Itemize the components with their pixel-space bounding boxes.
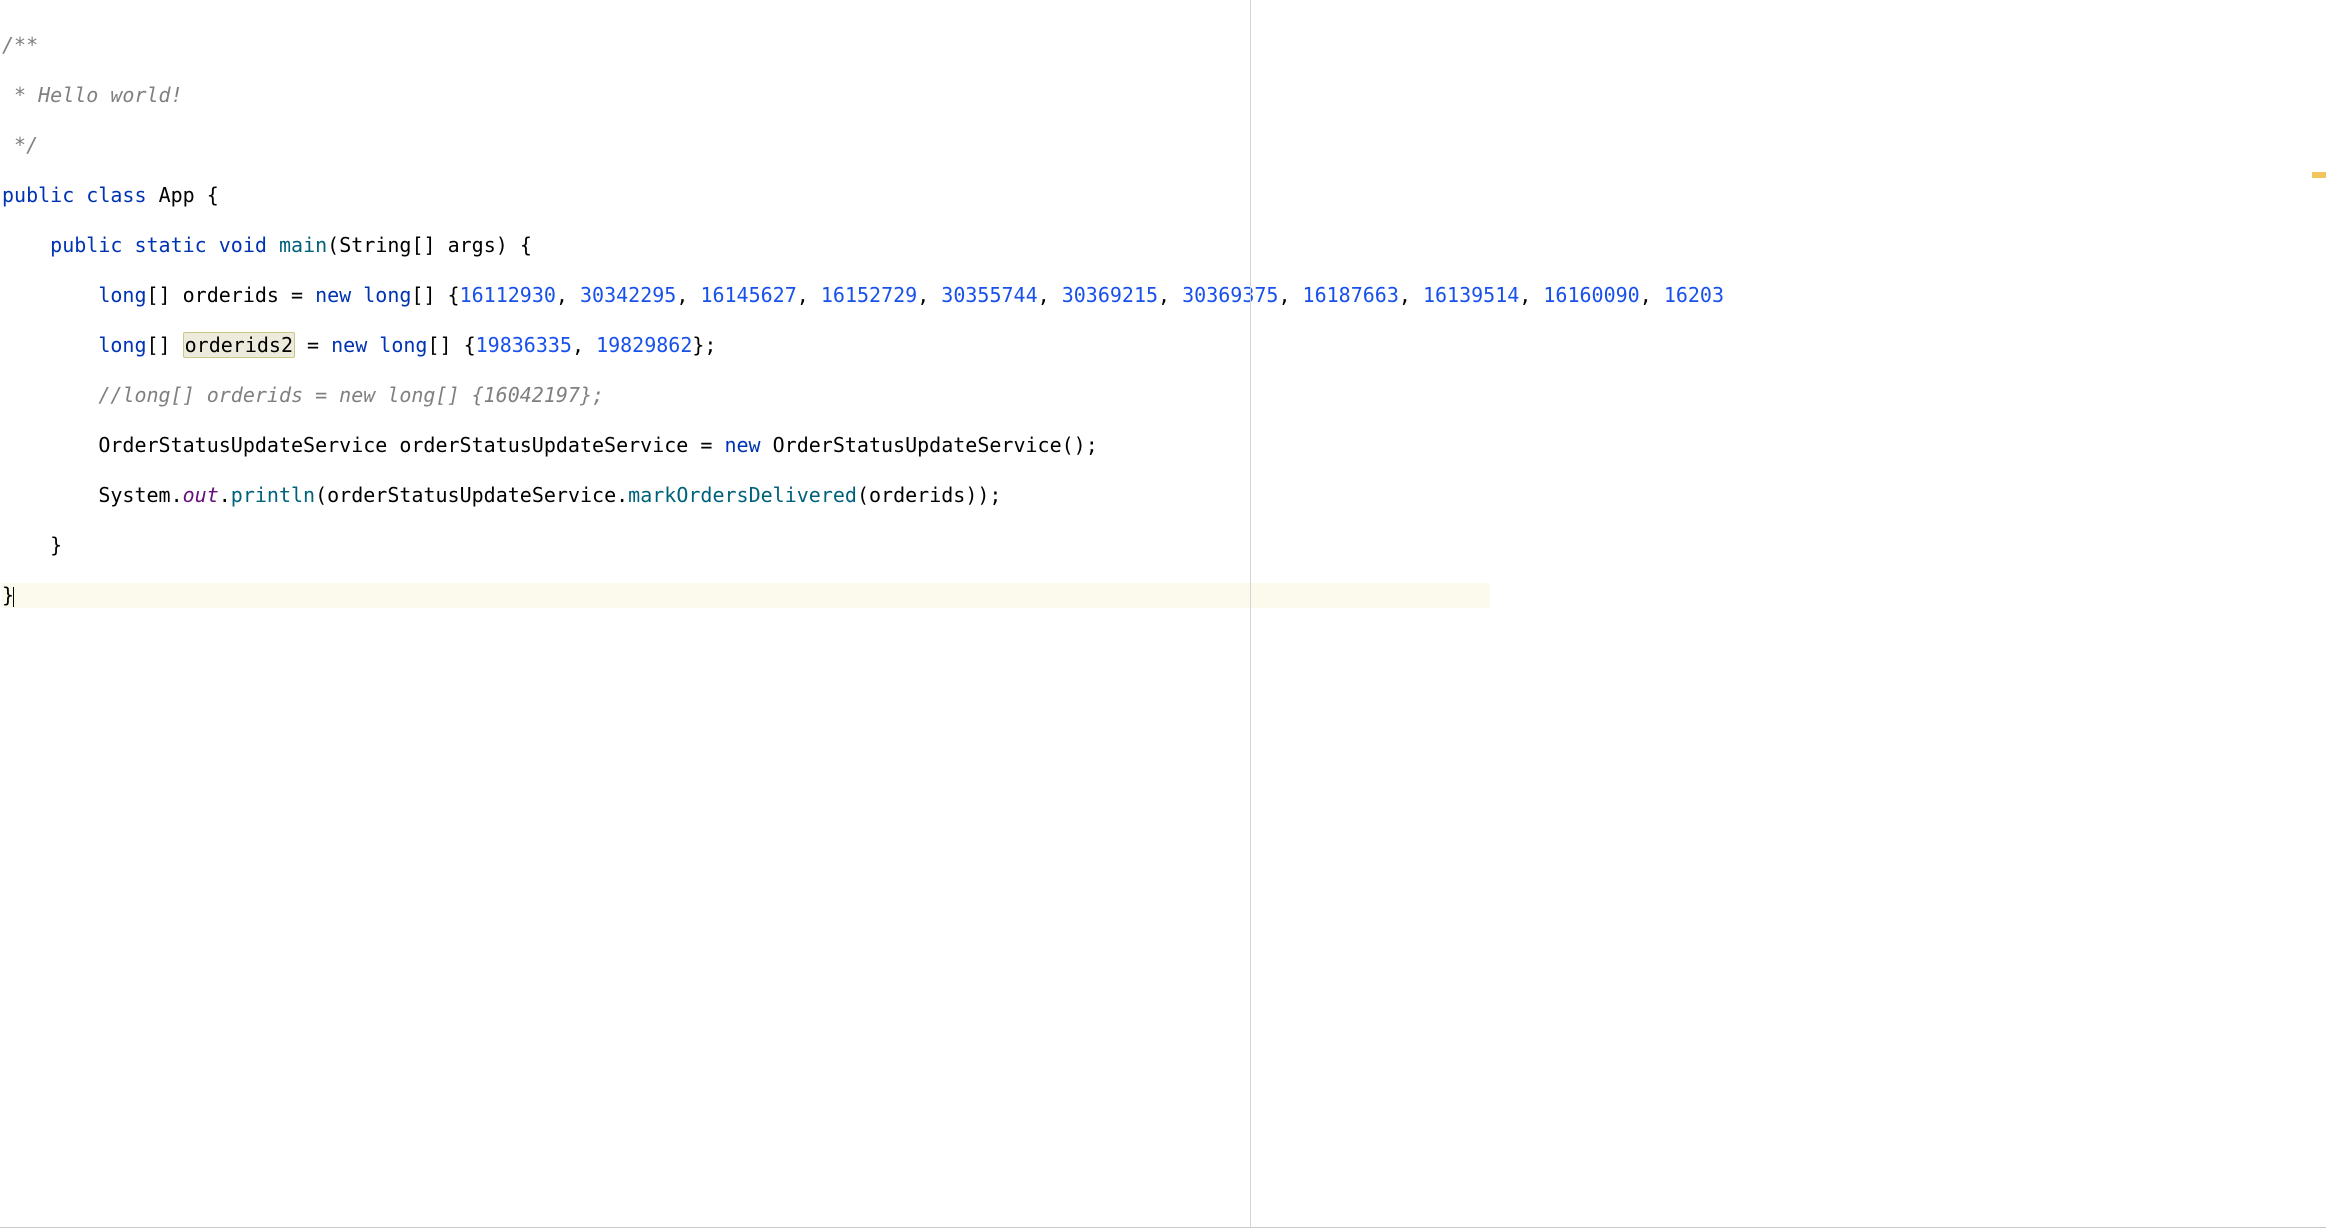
sep: , bbox=[556, 283, 580, 307]
code-line-1[interactable]: /** bbox=[2, 33, 2326, 58]
sep: , bbox=[1038, 283, 1062, 307]
arr-close: }; bbox=[692, 333, 716, 357]
code-editor[interactable]: /** * Hello world! */ public class App {… bbox=[0, 0, 2326, 1228]
num: 16152729 bbox=[821, 283, 917, 307]
kw-new: new bbox=[315, 283, 351, 307]
vertical-scrollbar[interactable] bbox=[2312, 0, 2326, 1228]
num: 30355744 bbox=[941, 283, 1037, 307]
var-decl: [] orderids = bbox=[147, 283, 316, 307]
code-line-2[interactable]: * Hello world! bbox=[2, 83, 2326, 108]
code-line-9[interactable]: OrderStatusUpdateService orderStatusUpda… bbox=[2, 433, 2326, 458]
num: 16139514 bbox=[1423, 283, 1519, 307]
sep: , bbox=[1158, 283, 1182, 307]
num: 16187663 bbox=[1303, 283, 1399, 307]
indent bbox=[2, 233, 50, 257]
num: 16145627 bbox=[700, 283, 796, 307]
code-line-12-current[interactable]: } bbox=[2, 583, 1490, 608]
code-line-10[interactable]: System.out.println(orderStatusUpdateServ… bbox=[2, 483, 2326, 508]
type-ref: OrderStatusUpdateService bbox=[98, 433, 387, 457]
brace-close-inner: } bbox=[2, 533, 62, 557]
kw-long: long bbox=[98, 333, 146, 357]
javadoc-open: /** bbox=[2, 33, 38, 57]
kw-public: public bbox=[50, 233, 122, 257]
field-out: out bbox=[183, 483, 219, 507]
eq: = bbox=[295, 333, 331, 357]
sep: , bbox=[1399, 283, 1423, 307]
kw-long: long bbox=[98, 283, 146, 307]
arr-open: [] { bbox=[411, 283, 459, 307]
type-string: String bbox=[339, 233, 411, 257]
call-args-open: (orderStatusUpdateService. bbox=[315, 483, 628, 507]
brace-open: { bbox=[195, 183, 219, 207]
code-line-7[interactable]: long[] orderids2 = new long[] {19836335,… bbox=[2, 333, 2326, 358]
kw-public: public bbox=[2, 183, 74, 207]
sep: , bbox=[1519, 283, 1543, 307]
indent bbox=[2, 383, 98, 407]
kw-void: void bbox=[219, 233, 267, 257]
code-line-8[interactable]: //long[] orderids = new long[] {16042197… bbox=[2, 383, 2326, 408]
code-line-5[interactable]: public static void main(String[] args) { bbox=[2, 233, 2326, 258]
code-line-11[interactable]: } bbox=[2, 533, 2326, 558]
indent bbox=[2, 483, 98, 507]
params: [] args) { bbox=[411, 233, 531, 257]
kw-class: class bbox=[86, 183, 146, 207]
space bbox=[761, 433, 773, 457]
javadoc-text: * Hello world! bbox=[2, 83, 183, 107]
method-mark: markOrdersDelivered bbox=[628, 483, 857, 507]
warning-marker[interactable] bbox=[2312, 172, 2326, 178]
indent bbox=[2, 283, 98, 307]
num: 16203 bbox=[1664, 283, 1724, 307]
num: 19836335 bbox=[476, 333, 572, 357]
constructor-call: OrderStatusUpdateService bbox=[773, 433, 1062, 457]
num: 16112930 bbox=[460, 283, 556, 307]
sep: , bbox=[917, 283, 941, 307]
highlighted-identifier: orderids2 bbox=[183, 332, 295, 358]
arr-open: [] { bbox=[427, 333, 475, 357]
ctor-parens: (); bbox=[1062, 433, 1098, 457]
code-line-4[interactable]: public class App { bbox=[2, 183, 2326, 208]
kw-new: new bbox=[724, 433, 760, 457]
dot: . bbox=[219, 483, 231, 507]
dot: . bbox=[171, 483, 183, 507]
kw-long: long bbox=[379, 333, 427, 357]
num: 30369375 bbox=[1182, 283, 1278, 307]
kw-long: long bbox=[363, 283, 411, 307]
method-println: println bbox=[231, 483, 315, 507]
editor-wrapper: /** * Hello world! */ public class App {… bbox=[0, 0, 2326, 1228]
sep: , bbox=[572, 333, 596, 357]
text-caret bbox=[13, 587, 14, 607]
num: 30369215 bbox=[1062, 283, 1158, 307]
sep: , bbox=[797, 283, 821, 307]
indent bbox=[2, 433, 98, 457]
class-system: System bbox=[98, 483, 170, 507]
num: 30342295 bbox=[580, 283, 676, 307]
line-comment: //long[] orderids = new long[] {16042197… bbox=[98, 383, 604, 407]
num: 19829862 bbox=[596, 333, 692, 357]
sep: , bbox=[1278, 283, 1302, 307]
num: 16160090 bbox=[1543, 283, 1639, 307]
right-margin-guide bbox=[1250, 0, 1251, 1228]
code-line-6[interactable]: long[] orderids = new long[] {16112930, … bbox=[2, 283, 2326, 308]
class-name-app: App bbox=[159, 183, 195, 207]
indent bbox=[2, 333, 98, 357]
kw-static: static bbox=[134, 233, 206, 257]
kw-new: new bbox=[331, 333, 367, 357]
method-main: main bbox=[279, 233, 327, 257]
sep: , bbox=[676, 283, 700, 307]
javadoc-close: */ bbox=[2, 133, 38, 157]
code-line-3[interactable]: */ bbox=[2, 133, 2326, 158]
call-args-close: (orderids)); bbox=[857, 483, 1002, 507]
arr-bracket: [] bbox=[147, 333, 183, 357]
var-decl: orderStatusUpdateService = bbox=[387, 433, 724, 457]
sep: , bbox=[1640, 283, 1664, 307]
